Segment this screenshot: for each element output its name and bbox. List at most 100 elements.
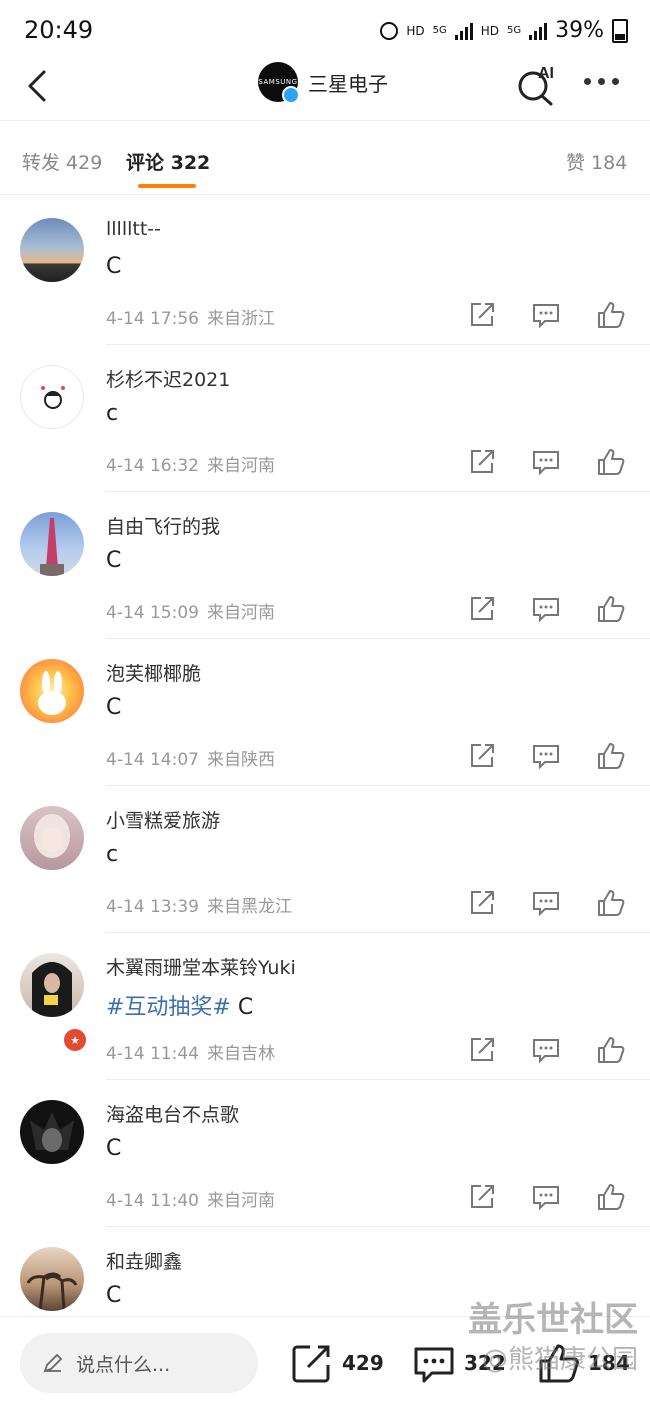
comment-text: #互动抽奖# C (106, 989, 253, 1021)
comment-time: 4-14 11:44 (106, 1044, 199, 1064)
topic-link[interactable]: #互动抽奖# (106, 995, 231, 1020)
comment-location: 来自浙江 (206, 309, 275, 329)
comment-meta: 4-14 17:56 来自浙江 (106, 304, 275, 329)
avatar[interactable] (20, 512, 84, 576)
comment-text: c (106, 401, 119, 426)
account-title[interactable]: SAMSUNG 三星电子 (258, 62, 388, 104)
avatar[interactable] (20, 365, 84, 429)
repost-icon[interactable] (467, 888, 497, 918)
repost-icon (292, 1345, 330, 1383)
network-label-2: HD (480, 23, 499, 38)
watermark-author: @熊猫康公园 (481, 1345, 638, 1375)
battery-percent: 39% (555, 18, 604, 43)
comment-location: 来自河南 (206, 1191, 275, 1211)
brand-avatar: SAMSUNG (258, 62, 300, 104)
comment-icon[interactable] (531, 741, 561, 771)
comment-location: 来自河南 (206, 456, 275, 476)
comment-item: 自由飞行的我 C 4-14 15:09 来自河南 (0, 492, 650, 639)
comment-time: 4-14 13:39 (106, 897, 199, 917)
avatar[interactable] (20, 659, 84, 723)
comment-meta: 4-14 14:07 来自陕西 (106, 745, 275, 770)
signal-icon-2 (529, 22, 548, 40)
network-label-1: HD (406, 23, 425, 38)
tab-bar: 转发 429 评论 322 赞 184 (0, 120, 650, 194)
girl-avatar-icon (34, 814, 70, 858)
pencil-icon (43, 1353, 63, 1373)
commenter-name[interactable]: 杉杉不迟2021 (106, 365, 230, 392)
tab-reposts[interactable]: 转发 429 (22, 148, 102, 175)
comment-meta: 4-14 11:40 来自河南 (106, 1186, 275, 1211)
watermark: 盖乐世社区 @熊猫康公园 (468, 1300, 638, 1380)
like-icon[interactable] (595, 1182, 625, 1212)
comment-time: 4-14 11:40 (106, 1191, 199, 1211)
repost-count: 429 (342, 1351, 384, 1375)
comment-item: 泡芙椰椰脆 C 4-14 14:07 来自陕西 (0, 639, 650, 786)
comment-location: 来自吉林 (206, 1044, 275, 1064)
commenter-name[interactable]: 和垚卿鑫 (106, 1247, 182, 1274)
like-icon[interactable] (595, 741, 625, 771)
page-title: 三星电子 (308, 71, 388, 96)
commenter-name[interactable]: llllltt-- (106, 218, 161, 240)
portrait-avatar-icon (32, 962, 72, 1017)
comment-time: 4-14 17:56 (106, 309, 199, 329)
dark-character-avatar-icon (30, 1112, 74, 1152)
like-icon[interactable] (595, 447, 625, 477)
like-icon[interactable] (595, 300, 625, 330)
comment-input-placeholder: 说点什么... (76, 1353, 171, 1376)
repost-icon[interactable] (467, 594, 497, 624)
comment-input[interactable]: 说点什么... (20, 1333, 258, 1393)
palm-tree-avatar-icon (26, 1272, 78, 1311)
status-bar: 20:49 HD 5G HD 5G 39% (0, 0, 650, 62)
avatar[interactable] (20, 806, 84, 870)
comment-meta: 4-14 13:39 来自黑龙江 (106, 892, 292, 917)
more-options-icon[interactable] (584, 78, 619, 85)
repost-icon[interactable] (467, 447, 497, 477)
comment-text: C (106, 1283, 122, 1308)
comment-icon[interactable] (531, 1035, 561, 1065)
repost-icon[interactable] (467, 741, 497, 771)
commenter-name[interactable]: 木翼雨珊堂本莱铃Yuki (106, 953, 296, 980)
repost-icon[interactable] (467, 300, 497, 330)
commenter-name[interactable]: 自由飞行的我 (106, 512, 220, 539)
avatar[interactable] (20, 953, 84, 1017)
back-arrow-icon[interactable] (20, 66, 60, 106)
comment-meta: 4-14 16:32 来自河南 (106, 451, 275, 476)
commenter-name[interactable]: 泡芙椰椰脆 (106, 659, 201, 686)
network-gen-1: 5G (432, 25, 447, 36)
comment-icon[interactable] (531, 888, 561, 918)
comment-location: 来自陕西 (206, 750, 275, 770)
comment-icon[interactable] (531, 300, 561, 330)
vip-badge-icon: ★ (62, 1027, 88, 1053)
tab-comments[interactable]: 评论 322 (126, 148, 210, 175)
comment-icon[interactable] (531, 447, 561, 477)
comment-text: C (106, 548, 122, 573)
alarm-icon (380, 21, 399, 40)
tab-likes[interactable]: 赞 184 (566, 148, 627, 175)
avatar[interactable] (20, 218, 84, 282)
verified-badge-icon (282, 86, 300, 104)
repost-icon[interactable] (467, 1182, 497, 1212)
commenter-name[interactable]: 海盗电台不点歌 (106, 1100, 239, 1127)
repost-icon[interactable] (467, 1035, 497, 1065)
comment-item: 杉杉不迟2021 c 4-14 16:32 来自河南 (0, 345, 650, 492)
bottom-repost-button[interactable]: 429 (290, 1341, 384, 1385)
like-icon[interactable] (595, 1035, 625, 1065)
comment-location: 来自黑龙江 (206, 897, 292, 917)
tabs-divider (0, 194, 650, 195)
comment-bubble-icon (414, 1347, 454, 1383)
comment-icon[interactable] (531, 1182, 561, 1212)
comment-text: C (106, 695, 122, 720)
comment-item: 海盗电台不点歌 C 4-14 11:40 来自河南 (0, 1080, 650, 1227)
comment-time: 4-14 14:07 (106, 750, 199, 770)
commenter-name[interactable]: 小雪糕爱旅游 (106, 806, 220, 833)
avatar[interactable] (20, 1247, 84, 1311)
network-gen-2: 5G (506, 25, 522, 36)
like-icon[interactable] (595, 594, 625, 624)
comment-icon[interactable] (531, 594, 561, 624)
rabbit-avatar-icon (38, 671, 66, 715)
comment-meta: 4-14 11:44 来自吉林 (106, 1039, 275, 1064)
ai-search-icon[interactable]: AI (514, 62, 562, 106)
avatar[interactable] (20, 1100, 84, 1164)
comment-text: C (106, 1136, 122, 1161)
like-icon[interactable] (595, 888, 625, 918)
